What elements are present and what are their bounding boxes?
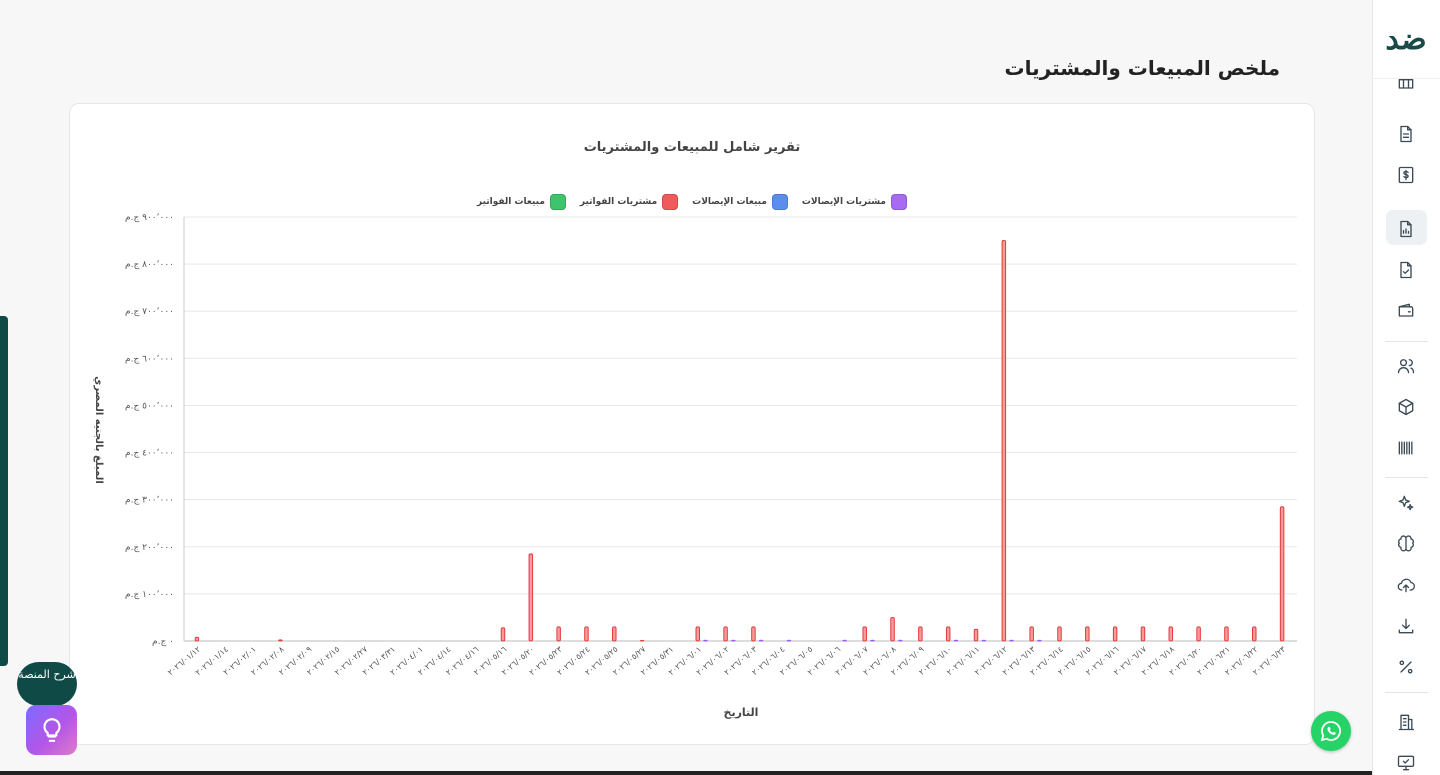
document-icon[interactable]	[1395, 123, 1417, 145]
wallet-icon[interactable]	[1395, 300, 1417, 322]
brain-icon[interactable]	[1395, 533, 1417, 555]
page-title: ملخص المبيعات والمشتريات	[1004, 56, 1280, 80]
legend-label: مبيعات الفواتير	[477, 197, 545, 207]
divider	[1385, 692, 1428, 693]
legend-swatch	[771, 194, 788, 210]
help-button[interactable]	[26, 705, 77, 755]
users-icon[interactable]	[1395, 355, 1417, 377]
lightbulb-icon	[42, 718, 61, 742]
legend-swatch	[662, 194, 679, 210]
legend-label: مبيعات الإيصالات	[692, 197, 767, 207]
legend-item-invoice-sales[interactable]: مبيعات الفواتير	[477, 194, 566, 210]
invoice-dollar-icon[interactable]	[1395, 164, 1417, 186]
sparkles-icon[interactable]	[1395, 492, 1417, 514]
whatsapp-button[interactable]	[1311, 711, 1351, 751]
report-chart-icon[interactable]	[1395, 218, 1417, 240]
chart-legend: مشتريات الإيصالات مبيعات الإيصالات مشتري…	[70, 194, 1314, 210]
whatsapp-icon	[1320, 721, 1341, 742]
table-icon[interactable]	[1395, 72, 1417, 94]
divider	[1385, 341, 1428, 342]
download-icon[interactable]	[1395, 615, 1417, 637]
bottom-bar	[0, 771, 1372, 775]
percent-icon[interactable]	[1395, 656, 1417, 678]
legend-label: مشتريات الفواتير	[579, 197, 658, 207]
legend-item-receipt-sales[interactable]: مبيعات الإيصالات	[692, 194, 788, 210]
legend-swatch	[891, 194, 907, 210]
legend-item-invoice-purchases[interactable]: مشتريات الفواتير	[579, 194, 679, 210]
left-accent-rail	[0, 316, 8, 666]
monitor-check-icon[interactable]	[1395, 752, 1417, 774]
file-check-icon[interactable]	[1395, 259, 1417, 281]
divider	[1385, 477, 1428, 478]
sales-purchases-chart-card: تقرير شامل للمبيعات والمشتريات مشتريات ا…	[69, 103, 1315, 745]
box-icon[interactable]	[1395, 396, 1417, 418]
building-icon[interactable]	[1395, 711, 1417, 733]
upload-cloud-icon[interactable]	[1395, 574, 1417, 596]
sidebar: ضد	[1372, 0, 1440, 775]
chart-title: تقرير شامل للمبيعات والمشتريات	[583, 140, 801, 155]
barcode-icon[interactable]	[1395, 437, 1417, 459]
legend-label: مشتريات الإيصالات	[801, 197, 886, 207]
legend-item-receipt-purchases[interactable]: مشتريات الإيصالات	[802, 194, 907, 210]
help-label[interactable]: شرح المنصة	[17, 662, 77, 706]
legend-swatch	[549, 194, 566, 210]
app-logo[interactable]: ضد	[1383, 20, 1429, 60]
